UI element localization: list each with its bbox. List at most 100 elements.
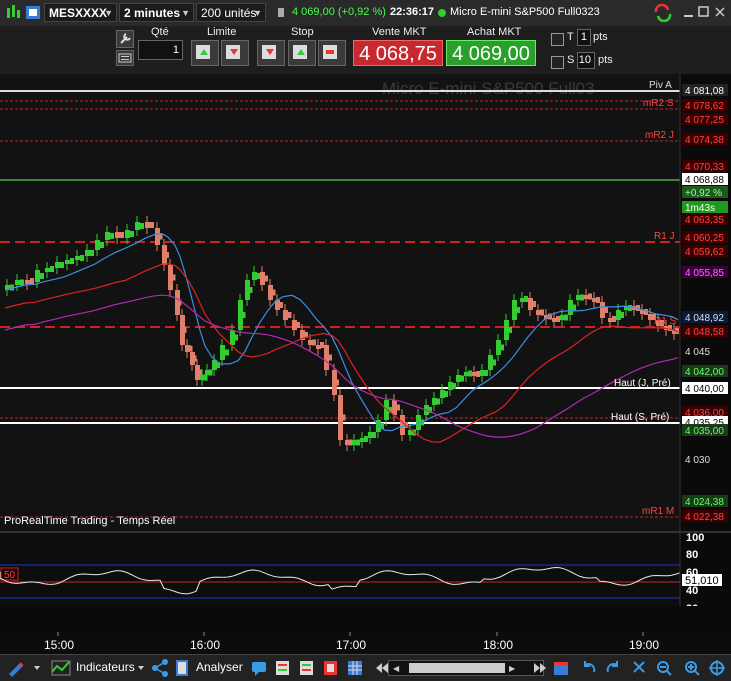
- zoom-in-icon[interactable]: [683, 658, 701, 678]
- price-axis-label: 4 022,38: [685, 512, 724, 523]
- limit-sell-button[interactable]: [221, 40, 249, 66]
- portfolio-icon[interactable]: [322, 658, 340, 678]
- indicators-button[interactable]: Indicateurs: [76, 660, 135, 674]
- candle: [45, 268, 50, 272]
- price-axis-label: 4 040,00: [685, 384, 724, 395]
- horizontal-scrollbar[interactable]: ◀ ▶: [388, 660, 544, 676]
- undo-icon[interactable]: [580, 658, 598, 678]
- draw-pencil-icon[interactable]: [4, 658, 28, 678]
- candle: [444, 391, 448, 397]
- positions-icon[interactable]: [298, 658, 316, 678]
- share-icon[interactable]: [150, 658, 170, 678]
- t-input[interactable]: 1: [577, 29, 591, 46]
- scroll-end-icon[interactable]: [530, 658, 548, 678]
- limit-buy-button[interactable]: [191, 40, 219, 66]
- rsi-axis-label: 20: [686, 603, 698, 606]
- candle: [65, 260, 70, 264]
- analyser-button[interactable]: Analyser: [196, 660, 243, 674]
- buy-market-label: Achat MKT: [467, 26, 522, 38]
- qty-input[interactable]: 1: [138, 40, 183, 60]
- candle: [95, 240, 100, 250]
- candle: [115, 232, 120, 238]
- chevron-down-icon[interactable]: [32, 658, 42, 678]
- scroll-left-arrow[interactable]: ◀: [393, 664, 399, 673]
- candle: [220, 345, 225, 360]
- last-price: 4 069,00 (+0,92 %): [292, 6, 386, 18]
- candle: [476, 371, 480, 377]
- order-list-icon[interactable]: [274, 658, 292, 678]
- level-label: R1 S: [654, 316, 677, 327]
- chevron-down-icon: ▼: [253, 8, 262, 18]
- s-checkbox[interactable]: [551, 56, 564, 69]
- candle: [328, 354, 332, 361]
- candle: [30, 278, 34, 284]
- candle: [192, 355, 197, 362]
- candle: [604, 307, 608, 313]
- chat-icon[interactable]: [250, 658, 268, 678]
- close-icon[interactable]: [713, 3, 727, 22]
- candle: [85, 250, 90, 256]
- buy-market-button[interactable]: 4 069,00: [446, 40, 536, 66]
- candle: [90, 250, 94, 256]
- wrench-icon[interactable]: [116, 30, 134, 48]
- instrument-icon[interactable]: [24, 3, 42, 22]
- candle: [264, 275, 268, 282]
- candle: [580, 294, 584, 301]
- price-axis-label: 4 042,00: [685, 367, 724, 378]
- chevron-down-icon[interactable]: [136, 658, 146, 678]
- chart-watermark: Micro E-mini S&P500 Full03: [382, 79, 595, 98]
- candle: [202, 374, 207, 381]
- scrollbar-thumb[interactable]: [409, 663, 505, 673]
- stop-buy-button[interactable]: [288, 40, 316, 66]
- time-axis[interactable]: 15:00 16:00 17:00 18:00 19:00: [0, 632, 731, 654]
- candle: [182, 327, 187, 333]
- maximize-icon[interactable]: [697, 3, 711, 22]
- timeframe-select[interactable]: 2 minutes ▼: [119, 3, 194, 22]
- price-axis-label: +0,92 %: [685, 188, 722, 199]
- analyser-icon[interactable]: [174, 658, 192, 678]
- status-dot: [437, 3, 447, 22]
- candle: [396, 404, 400, 411]
- candle: [225, 349, 229, 356]
- candle: [279, 302, 283, 308]
- rsi-level-label: 50: [4, 570, 16, 581]
- candle: [283, 310, 288, 320]
- sell-market-button[interactable]: 4 068,75: [353, 40, 443, 66]
- time-axis-label: 18:00: [483, 638, 513, 652]
- redo-icon[interactable]: [604, 658, 622, 678]
- zoom-out-icon[interactable]: [655, 658, 673, 678]
- calendar-icon[interactable]: [552, 658, 570, 678]
- price-axis-label: 4 030: [685, 455, 710, 466]
- sync-icon[interactable]: [652, 3, 674, 23]
- minimize-icon[interactable]: [682, 3, 696, 22]
- price-chart[interactable]: Micro E-mini S&P500 Full03 Piv A mR2 S mR2…: [0, 74, 731, 606]
- scroll-right-arrow[interactable]: ▶: [509, 664, 515, 673]
- time-axis-label: 16:00: [190, 638, 220, 652]
- candle: [241, 312, 246, 318]
- sell-market-label: Vente MKT: [372, 26, 427, 38]
- price-axis-label: 4 059,62: [685, 247, 724, 258]
- price-axis-label: 4 081,08: [685, 86, 724, 97]
- symbol-select[interactable]: MESXXXX ▼: [44, 3, 117, 22]
- zoom-fit-icon[interactable]: [630, 658, 648, 678]
- price-axis-label: 4 068,88: [685, 175, 724, 186]
- stop-sell-button[interactable]: [257, 40, 285, 66]
- price-axis-label: 4 035,00: [685, 426, 724, 437]
- units-select[interactable]: 200 unités ▼: [196, 3, 266, 22]
- crosshair-icon[interactable]: [708, 658, 726, 678]
- candle: [341, 414, 346, 421]
- stop-limit-button[interactable]: [318, 40, 346, 66]
- candle: [335, 379, 339, 386]
- candle: [120, 232, 124, 238]
- indicators-icon[interactable]: [50, 658, 72, 678]
- candle: [60, 262, 64, 268]
- candle: [130, 231, 134, 237]
- calendar-grid-icon[interactable]: [346, 658, 364, 678]
- s-input[interactable]: 10: [577, 52, 595, 69]
- keyboard-icon[interactable]: [116, 50, 134, 66]
- candle: [620, 312, 624, 318]
- chart-type-icon[interactable]: [4, 3, 22, 22]
- price-axis-label: 4 063,35: [685, 215, 724, 226]
- t-checkbox[interactable]: [551, 33, 564, 46]
- candle: [25, 280, 30, 284]
